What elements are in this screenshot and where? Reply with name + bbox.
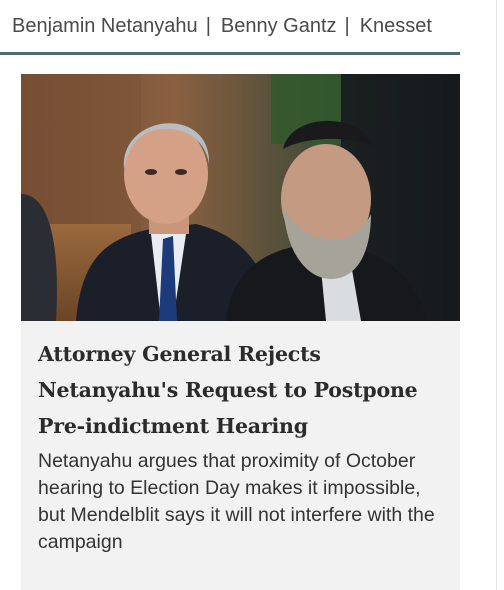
tag-link-benjamin-netanyahu[interactable]: Benjamin Netanyahu [12, 15, 198, 38]
tag-separator: | [205, 14, 211, 37]
tag-link-knesset[interactable]: Knesset [360, 15, 432, 38]
article-headline[interactable]: Attorney General Rejects Netanyahu's Req… [38, 336, 448, 444]
tag-separator: | [344, 14, 350, 37]
tags-divider [0, 52, 460, 55]
article-photo[interactable] [21, 74, 460, 321]
topic-tags-bar: Benjamin Netanyahu | Benny Gantz | Kness… [0, 0, 460, 52]
article-card[interactable]: Attorney General Rejects Netanyahu's Req… [21, 74, 460, 590]
article-summary: Netanyahu argues that proximity of Octob… [38, 450, 435, 553]
scroll-edge [496, 0, 497, 590]
tag-link-benny-gantz[interactable]: Benny Gantz [221, 15, 337, 38]
